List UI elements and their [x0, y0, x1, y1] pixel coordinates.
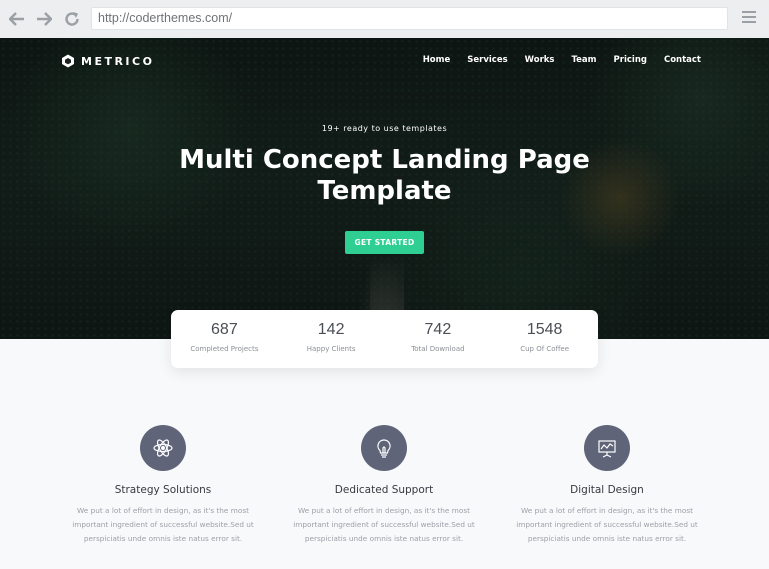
- address-bar[interactable]: http://coderthemes.com/: [91, 7, 728, 30]
- hero-title-line2: Template: [317, 176, 452, 206]
- feature-text-line: perspiciatis unde omnis iste natus error…: [83, 534, 243, 543]
- nav-pricing[interactable]: Pricing: [614, 55, 647, 65]
- forward-arrow-icon[interactable]: [34, 9, 54, 29]
- stat-value: 742: [424, 321, 452, 338]
- main-nav: Home Services Works Team Pricing Contact: [406, 55, 701, 65]
- hero-subtitle: 19+ ready to use templates: [321, 124, 448, 133]
- stats-card: 687 Completed Projects 142 Happy Clients…: [171, 310, 598, 368]
- feature-design: Digital Design We put a lot of effort in…: [496, 425, 718, 546]
- feature-text-line: perspiciatis unde omnis iste natus error…: [527, 534, 687, 543]
- hamburger-menu-icon[interactable]: [742, 11, 756, 25]
- feature-text-line: We put a lot of effort in design, as it'…: [521, 506, 693, 515]
- presentation-icon: [584, 425, 630, 471]
- back-arrow-icon[interactable]: [7, 9, 27, 29]
- feature-description: We put a lot of effort in design, as it'…: [273, 504, 495, 546]
- feature-support: Dedicated Support We put a lot of effort…: [273, 425, 495, 546]
- get-started-button[interactable]: GET STARTED: [345, 231, 424, 254]
- feature-text-line: We put a lot of effort in design, as it'…: [77, 506, 249, 515]
- stat-label: Cup Of Coffee: [520, 345, 570, 353]
- brand-name: METRICO: [81, 54, 155, 68]
- reload-icon[interactable]: [62, 9, 82, 29]
- nav-contact[interactable]: Contact: [664, 55, 701, 65]
- stat-label: Total Download: [411, 345, 465, 353]
- feature-title: Strategy Solutions: [114, 484, 212, 496]
- feature-text-line: important ingredient of successful websi…: [516, 520, 698, 529]
- nav-team[interactable]: Team: [572, 55, 597, 65]
- stat-value: 687: [211, 321, 238, 338]
- stat-item: 687 Completed Projects: [171, 310, 278, 368]
- feature-description: We put a lot of effort in design, as it'…: [496, 504, 718, 546]
- feature-strategy: Strategy Solutions We put a lot of effor…: [52, 425, 274, 546]
- nav-works[interactable]: Works: [525, 55, 555, 65]
- feature-text-line: perspiciatis unde omnis iste natus error…: [304, 534, 464, 543]
- browser-toolbar: http://coderthemes.com/: [0, 0, 769, 39]
- stat-label: Completed Projects: [190, 345, 259, 353]
- stat-value: 1548: [526, 321, 563, 338]
- nav-home[interactable]: Home: [423, 55, 451, 65]
- feature-description: We put a lot of effort in design, as it'…: [52, 504, 274, 546]
- feature-title: Digital Design: [570, 484, 644, 496]
- stat-label: Happy Clients: [306, 345, 356, 353]
- brand-logo[interactable]: METRICO: [61, 54, 154, 68]
- hero-title: Multi Concept Landing Page Template: [0, 145, 769, 207]
- stat-item: 742 Total Download: [385, 310, 492, 368]
- feature-text-line: important ingredient of successful websi…: [293, 520, 475, 529]
- stat-value: 142: [317, 321, 345, 338]
- lightbulb-icon: [361, 425, 407, 471]
- nav-services[interactable]: Services: [467, 55, 507, 65]
- hexagon-logo-icon: [62, 54, 74, 68]
- stat-item: 1548 Cup Of Coffee: [491, 310, 598, 368]
- feature-text-line: important ingredient of successful websi…: [72, 520, 254, 529]
- feature-title: Dedicated Support: [334, 484, 434, 496]
- hero-title-line1: Multi Concept Landing Page: [179, 145, 590, 175]
- atom-icon: [140, 425, 186, 471]
- stat-item: 142 Happy Clients: [278, 310, 385, 368]
- feature-text-line: We put a lot of effort in design, as it'…: [298, 506, 470, 515]
